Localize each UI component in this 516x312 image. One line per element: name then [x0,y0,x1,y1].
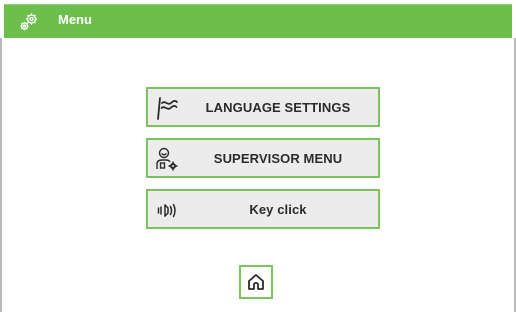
page-title: Menu [58,12,92,27]
flag-icon [154,95,180,121]
screen: Menu LANGUAGE SETTINGS SUPERVISOR MENU K… [0,0,516,312]
key-click-button[interactable]: Key click [146,189,380,229]
home-button[interactable] [239,265,273,299]
supervisor-menu-label: SUPERVISOR MENU [213,150,343,166]
gears-icon [18,11,40,33]
vibration-icon [154,197,180,223]
screen-edge-left [0,38,2,312]
title-bar: Menu [4,4,512,38]
supervisor-icon [154,146,180,172]
key-click-label: Key click [249,201,307,217]
supervisor-menu-button[interactable]: SUPERVISOR MENU [146,138,380,178]
language-settings-button[interactable]: LANGUAGE SETTINGS [146,87,380,127]
language-settings-label: LANGUAGE SETTINGS [205,99,351,115]
